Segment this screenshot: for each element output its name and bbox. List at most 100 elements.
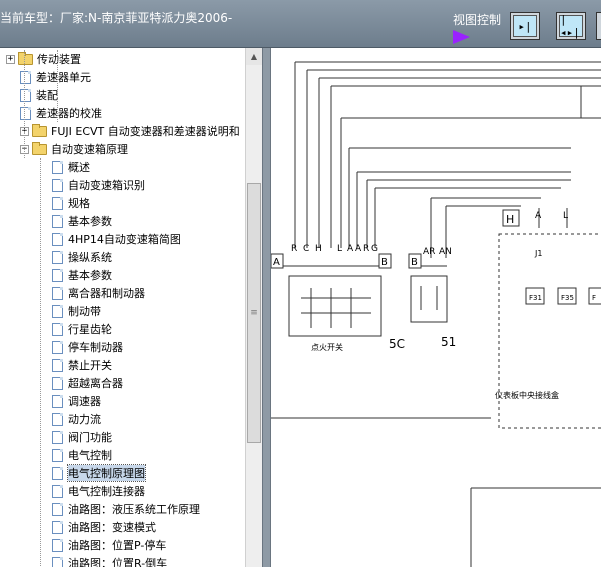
- tree-doc-item[interactable]: 超越离合器: [52, 374, 123, 392]
- tree-item-label: 基本参数: [68, 269, 112, 282]
- scroll-thumb[interactable]: ≡: [247, 183, 261, 443]
- tree-item-label: 调速器: [68, 395, 101, 408]
- connector-a-label: A: [273, 257, 280, 268]
- tree-doc-item[interactable]: 4HP14自动变速箱简图: [52, 230, 181, 248]
- expand-right-icon: ▸|: [513, 15, 537, 37]
- document-icon: [52, 322, 63, 336]
- split-view-button[interactable]: |◂▸|: [556, 12, 586, 40]
- connector-b1-label: B: [381, 257, 388, 268]
- tree-item-label: 制动带: [68, 305, 101, 318]
- pin-label: G: [371, 244, 378, 254]
- pin-label: L: [563, 211, 568, 221]
- tree-doc-item[interactable]: 油路图：位置P-停车: [52, 536, 166, 554]
- folder-icon: [32, 141, 47, 155]
- tree-doc-item[interactable]: 油路图：位置R-倒车: [52, 554, 167, 567]
- tree-doc-item[interactable]: 概述: [52, 158, 90, 176]
- tree-doc-item[interactable]: 电气控制: [52, 446, 112, 464]
- tree-doc-item[interactable]: 油路图：变速模式: [52, 518, 156, 536]
- tree-item-label: 超越离合器: [68, 377, 123, 390]
- document-icon: [52, 358, 63, 372]
- connector-b2-label: B: [411, 257, 418, 268]
- tree-item-label: 电气控制连接器: [68, 485, 145, 498]
- fuse-label-2: F35: [561, 294, 574, 302]
- tree-doc-item[interactable]: 阀门功能: [52, 428, 112, 446]
- document-icon: [52, 376, 63, 390]
- folder-icon: [18, 51, 33, 65]
- document-icon: [52, 520, 63, 534]
- tree-item-label: 差速器单元: [36, 71, 91, 84]
- tree-doc-item[interactable]: 差速器的校准: [20, 104, 102, 122]
- more-view-button[interactable]: [596, 12, 601, 40]
- tree-folder-item[interactable]: − 自动变速箱原理: [20, 140, 128, 158]
- tree-doc-item[interactable]: 电气控制原理图: [52, 464, 146, 482]
- document-icon: [52, 160, 63, 174]
- tree-doc-item[interactable]: 差速器单元: [20, 68, 91, 86]
- tree-doc-item[interactable]: 操纵系统: [52, 248, 112, 266]
- ignition-switch-label: 点火开关: [311, 342, 343, 352]
- fuse-label-3: F: [592, 294, 596, 302]
- tree-panel: + 传动装置 差速器单元 装配 差速器的校准 + FUJI ECVT 自动变速器和差速器说明…: [0, 48, 262, 567]
- tree-guide-line: [24, 50, 25, 158]
- tree-doc-item[interactable]: 油路图：液压系统工作原理: [52, 500, 200, 518]
- document-icon: [20, 70, 31, 84]
- expand-view-button[interactable]: ▸|: [510, 12, 540, 40]
- tree-item-label: 自动变速箱原理: [51, 143, 128, 156]
- tree-doc-item[interactable]: 电气控制连接器: [52, 482, 145, 500]
- tree-folder-item[interactable]: + 传动装置: [6, 50, 81, 68]
- tree-item-label: 自动变速箱识别: [68, 179, 145, 192]
- document-icon: [52, 466, 63, 480]
- tree-item-label: 停车制动器: [68, 341, 123, 354]
- tree-item-label: 4HP14自动变速箱简图: [68, 233, 181, 246]
- tree-item-label: 基本参数: [68, 215, 112, 228]
- document-icon: [52, 196, 63, 210]
- document-icon: [52, 502, 63, 516]
- view-control-label: 视图控制: [453, 13, 502, 27]
- tree-doc-item[interactable]: 规格: [52, 194, 90, 212]
- tree-item-label: 禁止开关: [68, 359, 112, 372]
- document-icon: [20, 106, 31, 120]
- tree-item-label: 装配: [36, 89, 58, 102]
- tree-item-label: 传动装置: [37, 53, 81, 66]
- junction-label: J1: [534, 249, 542, 258]
- tree-doc-item[interactable]: 基本参数: [52, 266, 112, 284]
- connector-h-label: H: [506, 213, 514, 226]
- tree-doc-item[interactable]: 基本参数: [52, 212, 112, 230]
- wiring-diagram: R C H L A A R G AR AN A L A B B H 点火开关 5…: [271, 61, 601, 567]
- tree-doc-item[interactable]: 装配: [20, 86, 58, 104]
- document-icon: [52, 232, 63, 246]
- tree-folder-item[interactable]: + FUJI ECVT 自动变速器和差速器说明和: [20, 122, 240, 140]
- tree-item-label: 差速器的校准: [36, 107, 102, 120]
- tree-guide-line: [57, 50, 58, 122]
- tree-scrollbar[interactable]: ▲ ≡: [245, 48, 262, 567]
- tree-doc-item[interactable]: 自动变速箱识别: [52, 176, 145, 194]
- tree-item-label: 油路图：位置R-倒车: [68, 557, 168, 567]
- tree-doc-item[interactable]: 调速器: [52, 392, 101, 410]
- expand-plus-icon[interactable]: +: [6, 54, 15, 64]
- pin-label: R: [291, 244, 297, 254]
- tree-doc-item[interactable]: 行星齿轮: [52, 320, 112, 338]
- pin-label: A: [347, 244, 354, 254]
- split-icon: |◂▸|: [559, 13, 583, 39]
- panel-splitter[interactable]: [262, 48, 271, 567]
- document-icon: [52, 448, 63, 462]
- document-icon: [52, 556, 63, 567]
- document-icon: [52, 214, 63, 228]
- tree-doc-item[interactable]: 停车制动器: [52, 338, 123, 356]
- tree-item-label: 阀门功能: [68, 431, 112, 444]
- tree-item-label: 操纵系统: [68, 251, 112, 264]
- scroll-up-arrow-icon[interactable]: ▲: [246, 48, 262, 65]
- tree-doc-item[interactable]: 动力流: [52, 410, 101, 428]
- tree-item-label: FUJI ECVT 自动变速器和差速器说明和: [51, 125, 240, 138]
- vehicle-title: 当前车型：厂家:N-南京菲亚特派力奥2006-: [0, 11, 233, 25]
- document-icon: [52, 412, 63, 426]
- pin-label: A: [535, 211, 542, 221]
- document-icon: [52, 178, 63, 192]
- tree-item-label: 动力流: [68, 413, 101, 426]
- tree-doc-item[interactable]: 制动带: [52, 302, 101, 320]
- tree-guide-line: [40, 158, 41, 567]
- document-icon: [52, 340, 63, 354]
- tree-doc-item[interactable]: 禁止开关: [52, 356, 112, 374]
- tree-doc-item[interactable]: 离合器和制动器: [52, 284, 145, 302]
- pin-label: H: [315, 244, 322, 254]
- top-toolbar: 当前车型：厂家:N-南京菲亚特派力奥2006- 视图控制 ▸| |◂▸|: [0, 0, 601, 48]
